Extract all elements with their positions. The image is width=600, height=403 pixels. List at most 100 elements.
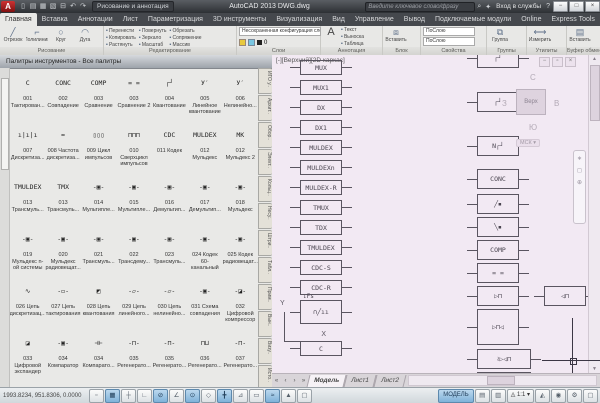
- drawing-block[interactable]: ◁⊓: [534, 286, 596, 306]
- palette-item[interactable]: CONC 002 Совпадение: [45, 70, 80, 122]
- text-tool-icon[interactable]: А: [327, 27, 334, 37]
- panel-title[interactable]: Слои: [237, 47, 320, 55]
- palette-item[interactable]: ≈ 008 Частота дискретиза...: [45, 122, 80, 174]
- canvas-horizontal-scrollbar[interactable]: [408, 375, 597, 386]
- layer-freeze-icon[interactable]: [248, 39, 255, 46]
- insert-block-button[interactable]: Вставить: [385, 37, 406, 43]
- app-logo-icon[interactable]: A: [1, 1, 15, 12]
- drawing-canvas[interactable]: [-][Верхний][2D каркас] − ▫ × MUX MUX1: [272, 55, 600, 374]
- palette-item[interactable]: -▣- 021 Трансмуль...: [81, 226, 116, 278]
- palette-item[interactable]: -▣- 019 Мульдекс n-ой системы: [10, 226, 45, 278]
- palette-item[interactable]: -▣- 023 Трансмуль...: [152, 226, 187, 278]
- palette-item[interactable]: ⊣⊢ 034 Компарато...: [81, 330, 116, 382]
- drawing-block[interactable]: = =: [467, 263, 529, 283]
- minimize-button[interactable]: −: [553, 1, 568, 12]
- palette-item[interactable]: ▯▯▯ 009 Цикл импульсов: [81, 122, 116, 174]
- ribbon-tab[interactable]: Управление: [350, 13, 399, 26]
- panel-title[interactable]: Рисование: [0, 47, 103, 55]
- doc-restore-button[interactable]: ▫: [552, 57, 563, 67]
- palette-item[interactable]: CDC 011 Кодек: [152, 122, 187, 174]
- palette-tab[interactable]: Элект..: [258, 149, 272, 175]
- palette-item[interactable]: -▣- 015 Мультипле...: [116, 174, 151, 226]
- palette-item[interactable]: -▣- 031 Схема совпадения: [187, 278, 222, 330]
- status-toggle-button[interactable]: ⊙: [185, 389, 200, 403]
- qat-button[interactable]: ↷: [78, 0, 88, 13]
- panel-title[interactable]: Буфер обмена: [567, 47, 600, 55]
- viewcube-south[interactable]: Ю: [529, 123, 537, 132]
- edit-tool-button[interactable]: ▪ Сопряжение: [170, 34, 202, 41]
- scroll-up-icon[interactable]: ▲: [589, 55, 600, 64]
- palette-item[interactable]: У′ 005 Линейное квантование: [187, 70, 222, 122]
- palette-item[interactable]: TMX 013 Трансмуль...: [45, 174, 80, 226]
- panel-title[interactable]: Аннотация: [321, 47, 382, 55]
- layout-nav-button[interactable]: ›: [290, 378, 299, 384]
- layout-nav-button[interactable]: ‹: [281, 378, 290, 384]
- status-tray-button[interactable]: ▢: [583, 389, 598, 403]
- palette-item[interactable]: ⊓⊓⊓ 010 Сверхцикл импульсов: [116, 122, 151, 174]
- draw-tool-button[interactable]: ○ Круг: [50, 27, 72, 43]
- ribbon-tab[interactable]: Вид: [327, 13, 350, 26]
- status-tray-button[interactable]: ⚙: [567, 389, 582, 403]
- edit-tool-button[interactable]: ▪ Зеркало: [139, 34, 167, 41]
- layer-color-icon[interactable]: [257, 40, 262, 45]
- panel-title[interactable]: Утилиты: [527, 47, 566, 55]
- panel-title[interactable]: Блок: [383, 47, 420, 55]
- layout-tab[interactable]: Лист2: [373, 375, 406, 387]
- palette-item[interactable]: ◩ 028 Цепь квантования: [81, 278, 116, 330]
- qat-button[interactable]: ⊟: [58, 0, 68, 13]
- annotation-tool-button[interactable]: ▪ Текст: [341, 27, 364, 33]
- drawing-block[interactable]: TDX: [290, 220, 352, 235]
- drawing-block[interactable]: MUX: [290, 60, 352, 75]
- close-button[interactable]: ×: [585, 1, 600, 12]
- palette-tab[interactable]: Табл..: [258, 257, 272, 283]
- palette-item[interactable]: -⊓- 037 Регенерато...: [223, 330, 258, 382]
- panel-title[interactable]: Редактирование: [104, 47, 236, 55]
- palette-item[interactable]: -⊓- 035 Регенерато...: [152, 330, 187, 382]
- drawing-block[interactable]: ╱▪: [467, 194, 529, 214]
- palette-item[interactable]: ┌┘ 004 Квантование: [152, 70, 187, 122]
- panel-title[interactable]: Группы: [487, 47, 526, 55]
- palette-item[interactable]: = = 003 Сравнение 2: [116, 70, 151, 122]
- palette-item[interactable]: ∿ 026 Цепь дискретизац...: [10, 278, 45, 330]
- palette-item[interactable]: TMULDEX 013 Трансмуль...: [10, 174, 45, 226]
- draw-tool-button[interactable]: ╱ Отрезок: [2, 27, 24, 43]
- panel-title[interactable]: Свойства: [421, 47, 486, 55]
- palette-tab[interactable]: Вын..: [258, 311, 272, 337]
- palette-item[interactable]: -▣- 017 Демультип...: [187, 174, 222, 226]
- palette-item[interactable]: -▱- 030 Цепь нелинейно...: [152, 278, 187, 330]
- drawing-block[interactable]: MULDEX: [290, 140, 352, 155]
- status-toggle-button[interactable]: ∠: [169, 389, 184, 403]
- status-toggle-button[interactable]: ▫: [89, 389, 104, 403]
- palette-item[interactable]: -▣- 024 Кодек 60-канальный: [187, 226, 222, 278]
- palette-item[interactable]: -▣- 025 Кодек радиовещат...: [223, 226, 258, 278]
- annotation-tool-button[interactable]: ▪ Выноска: [341, 34, 364, 40]
- maximize-button[interactable]: □: [569, 1, 584, 12]
- drawing-block[interactable]: MULDEX-R: [290, 180, 352, 195]
- ribbon-tab[interactable]: Параметризация: [143, 13, 208, 26]
- palette-item[interactable]: У′ 006 Нелинейно...: [223, 70, 258, 122]
- status-toggle-button[interactable]: ╋: [217, 389, 232, 403]
- navigation-bar[interactable]: ∗◻⊕: [573, 150, 586, 224]
- viewcube-west[interactable]: З: [502, 99, 507, 108]
- draw-tool-button[interactable]: ◠ Дуга: [74, 27, 96, 43]
- search-icon[interactable]: ⌕: [477, 3, 481, 11]
- draw-tool-button[interactable]: ⌐ Полилиния: [26, 27, 48, 43]
- qat-button[interactable]: ▦: [38, 0, 48, 13]
- model-space-button[interactable]: МОДЕЛЬ: [438, 389, 473, 403]
- palette-title-bar[interactable]: Палитры инструментов - Все палитры: [0, 55, 272, 69]
- edit-tool-button[interactable]: ▪ Обрезать: [170, 27, 202, 34]
- ribbon-tab[interactable]: Подключаемые модули: [430, 13, 516, 26]
- status-tray-button[interactable]: ◭: [535, 389, 550, 403]
- drawing-block[interactable]: TMULDEX: [290, 240, 352, 255]
- palette-item[interactable]: ⊓⊔ 036 Регенерато...: [187, 330, 222, 382]
- palette-tab[interactable]: Несу..: [258, 203, 272, 229]
- drawing-block[interactable]: MUX1: [290, 80, 352, 95]
- palette-tab[interactable]: Исто..: [258, 365, 272, 387]
- edit-tool-button[interactable]: ▪ Копировать: [106, 34, 136, 41]
- palette-scrollbar[interactable]: [0, 68, 10, 387]
- drawing-block[interactable]: ≀▷◁⊓: [467, 349, 541, 369]
- status-toggle-button[interactable]: ┼: [121, 389, 136, 403]
- palette-item[interactable]: -▭- 027 Цепь тактирования: [45, 278, 80, 330]
- drawing-block[interactable]: ┌┘: [467, 55, 529, 68]
- drawing-block[interactable]: CDC-S: [290, 260, 352, 275]
